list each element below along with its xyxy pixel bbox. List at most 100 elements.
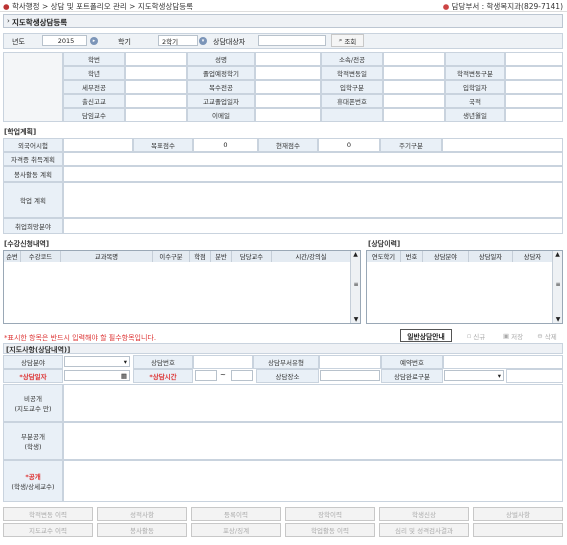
foreign-label: 외국어시험 xyxy=(3,138,63,152)
student-value xyxy=(255,108,321,122)
student-value xyxy=(125,66,187,80)
bottom-button-row1-0[interactable]: 학적변동 이력 xyxy=(3,507,93,521)
bottom-button-row2-2[interactable]: 포상/징계 xyxy=(191,523,281,537)
student-value xyxy=(505,108,563,122)
col-subject: 교과목명 xyxy=(61,251,153,262)
bottom-button-row1-3[interactable]: 장학이력 xyxy=(285,507,375,521)
field-select[interactable]: ▾ xyxy=(64,356,130,367)
student-label: 출신고교 xyxy=(63,94,125,108)
partial-label: 부분공개 (학생) xyxy=(3,422,63,460)
student-value xyxy=(383,108,445,122)
student-label: 학적변동일 xyxy=(321,66,383,80)
student-label: 학적변동구분 xyxy=(445,66,505,80)
student-label: 소속/전공 xyxy=(321,52,383,66)
time-start-input[interactable] xyxy=(195,370,217,381)
dept-info: ● 담당부서 : 학생복지과(829-7141) xyxy=(442,2,563,11)
cert-label: 자격증 취득계획 xyxy=(3,152,63,166)
cycle-value[interactable] xyxy=(442,138,563,152)
student-label: 학년 xyxy=(63,66,125,80)
breadcrumb-item-3[interactable]: 지도학생상담등록 xyxy=(138,2,193,11)
student-value xyxy=(125,94,187,108)
courses-grid[interactable]: 순번 수강코드 교과목명 이수구분 학점 분반 담당교수 시간/강의실 ▲ ≡ … xyxy=(3,250,361,324)
new-button[interactable]: ▫ 신규 xyxy=(460,329,492,342)
col-term: 연도학기 xyxy=(367,251,401,262)
bottom-button-row2-0[interactable]: 지도교수 이력 xyxy=(3,523,93,537)
career-input[interactable] xyxy=(63,218,563,234)
home-icon: ● xyxy=(3,2,10,11)
target-score-value[interactable]: 0 xyxy=(193,138,258,152)
col-code: 수강코드 xyxy=(21,251,61,262)
breadcrumb-item-1[interactable]: 학사행정 xyxy=(12,2,40,11)
reserve-value xyxy=(443,355,563,369)
bottom-button-row2-3[interactable]: 학업활동 이력 xyxy=(285,523,375,537)
chevron-down-icon[interactable]: ▾ xyxy=(199,37,207,45)
page-title-bar: › 지도학생상담등록 xyxy=(3,14,563,28)
guide-button[interactable]: 일반상담안내 xyxy=(400,329,452,342)
search-button[interactable]: ⌕ 조회 xyxy=(331,34,364,47)
scroll-down-icon[interactable]: ▼ xyxy=(351,316,361,323)
col-counselor: 상담자 xyxy=(513,251,553,262)
no-value xyxy=(193,355,253,369)
partial-textarea[interactable] xyxy=(63,422,563,460)
student-value xyxy=(383,94,445,108)
foreign-value[interactable] xyxy=(63,138,133,152)
volunteer-input[interactable] xyxy=(63,166,563,182)
student-value xyxy=(125,80,187,94)
col-date: 상담일자 xyxy=(469,251,513,262)
scroll-up-icon[interactable]: ▲ xyxy=(553,251,562,258)
courses-scrollbar[interactable]: ▲ ≡ ▼ xyxy=(350,251,360,323)
field-label: 상담분야 xyxy=(3,355,63,369)
bottom-button-row1-5[interactable]: 상벌사항 xyxy=(473,507,563,521)
bottom-button-area: 학적변동 이력 성적사항 등록이력 장학이력 학생신상 상벌사항지도교수 이력 봉사활동 포상… xyxy=(3,507,563,541)
history-scrollbar[interactable]: ▲ ≡ ▼ xyxy=(552,251,562,323)
info-icon: ● xyxy=(442,2,450,11)
date-label: *상담일자 xyxy=(3,369,63,383)
student-value xyxy=(383,80,445,94)
history-grid[interactable]: 연도학기 번호 상담분야 상담일자 상담자 ▲ ≡ ▼ xyxy=(366,250,563,324)
new-icon: ▫ xyxy=(466,331,472,340)
delete-button[interactable]: ⊖ 삭제 xyxy=(531,329,563,342)
student-value xyxy=(505,80,563,94)
student-value xyxy=(125,108,187,122)
student-label: 국적 xyxy=(445,94,505,108)
time-separator: ~ xyxy=(220,371,226,379)
save-button[interactable]: ▣ 저장 xyxy=(497,329,529,342)
scroll-up-icon[interactable]: ▲ xyxy=(351,251,360,258)
term-label: 학기 xyxy=(118,38,131,46)
cert-input[interactable] xyxy=(63,152,563,166)
page-title: 지도학생상담등록 xyxy=(12,18,68,27)
bottom-button-row2-1[interactable]: 봉사활동 xyxy=(97,523,187,537)
scroll-thumb-icon[interactable]: ≡ xyxy=(351,281,361,288)
study-input[interactable] xyxy=(63,182,563,218)
year-stepper-icon[interactable]: ▸ xyxy=(90,37,98,45)
courses-section-title: [수강신청내역] xyxy=(4,240,50,248)
term-select[interactable]: 2학기 xyxy=(158,35,198,46)
col-prof: 담당교수 xyxy=(232,251,272,262)
target-input[interactable] xyxy=(258,35,326,46)
scroll-thumb-icon[interactable]: ≡ xyxy=(553,281,563,288)
time-end-input[interactable] xyxy=(231,370,253,381)
done-select[interactable]: ▾ xyxy=(444,370,504,381)
bottom-button-row1-4[interactable]: 학생신상 xyxy=(379,507,469,521)
current-score-label: 현재점수 xyxy=(258,138,318,152)
bottom-button-row2-4[interactable]: 심리 및 성격검사결과 xyxy=(379,523,469,537)
calendar-icon[interactable]: ▦ xyxy=(121,372,127,380)
student-value xyxy=(505,94,563,108)
photo-area xyxy=(3,52,63,122)
year-input[interactable]: 2015 xyxy=(42,35,87,46)
bottom-button-row1-2[interactable]: 등록이력 xyxy=(191,507,281,521)
breadcrumb: ● 학사행정 > 상담 및 포트폴리오 관리 > 지도학생상담등록 xyxy=(3,2,194,11)
date-input[interactable]: ▦ xyxy=(64,370,130,381)
col-seq: 순번 xyxy=(4,251,21,262)
scroll-down-icon[interactable]: ▼ xyxy=(553,316,563,323)
current-score-value[interactable]: 0 xyxy=(318,138,380,152)
breadcrumb-item-2[interactable]: 상담 및 포트폴리오 관리 xyxy=(51,2,127,11)
public-textarea[interactable] xyxy=(63,460,563,502)
private-textarea[interactable] xyxy=(63,384,563,422)
student-info-grid: 학번 성명 소속/전공 학년 졸업예정학기 학적변동일 학적변동구분 세부전공 복수전공 입학구분… xyxy=(3,52,563,122)
bottom-button-row2-5[interactable] xyxy=(473,523,563,537)
col-field: 상담분야 xyxy=(423,251,469,262)
student-value xyxy=(255,66,321,80)
place-input[interactable] xyxy=(320,370,380,381)
bottom-button-row1-1[interactable]: 성적사항 xyxy=(97,507,187,521)
